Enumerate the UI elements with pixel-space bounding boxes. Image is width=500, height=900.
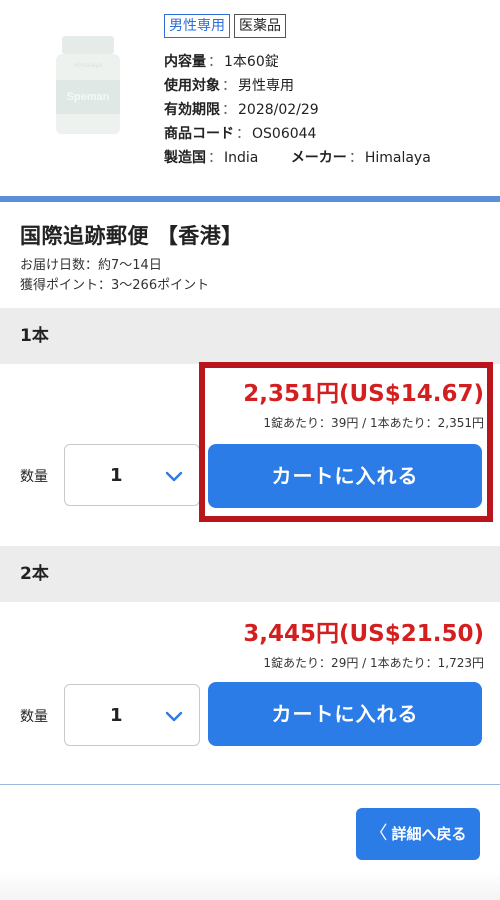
quantity-group-header: 2本	[0, 546, 500, 602]
spec-expiry: 有効期限： 2028/02/29	[164, 102, 319, 118]
product-image-name: Speman	[56, 80, 120, 114]
back-button-label: 詳細へ戻る	[391, 825, 467, 843]
origin-value: India	[224, 150, 259, 166]
tag-male-only: 男性専用	[164, 14, 230, 38]
tag-medicine: 医薬品	[234, 14, 286, 38]
delivery-days: お届け日数：約7〜14日	[20, 258, 162, 273]
origin-key: 製造国	[164, 150, 206, 166]
quantity-select[interactable]: 1	[64, 684, 200, 746]
spec-code: 商品コード： OS06044	[164, 126, 317, 142]
product-specs: 内容量： 1本60錠 使用対象：男性専用 有効期限： 2028/02/29 商品コー…	[164, 50, 431, 170]
spec-origin-maker: 製造国： India メーカー： Himalaya	[164, 150, 431, 166]
unit-price: 1錠あたり：29円 / 1本あたり：1,723円	[263, 656, 484, 670]
shipping-title: 国際追跡郵便 【香港】	[20, 224, 243, 248]
chevron-left-icon: 〈	[369, 823, 388, 844]
quantity-value: 1	[110, 465, 123, 486]
maker-value: Himalaya	[364, 150, 431, 166]
points-info: 獲得ポイント：3〜266ポイント	[20, 278, 210, 293]
spec-content: 内容量： 1本60錠	[164, 54, 279, 70]
add-to-cart-button[interactable]: カートに入れる	[208, 682, 482, 746]
highlight-frame	[199, 362, 493, 522]
shipping-info: 国際追跡郵便 【香港】 お届け日数：約7〜14日 獲得ポイント：3〜266ポイン…	[20, 220, 243, 296]
maker-key: メーカー	[290, 150, 347, 166]
bottom-fade	[0, 870, 500, 900]
section-divider	[0, 196, 500, 202]
price: 3,445円(US$21.50)	[243, 621, 484, 647]
quantity-select[interactable]: 1	[64, 444, 200, 506]
back-to-details-button[interactable]: 〈詳細へ戻る	[356, 808, 480, 860]
quantity-group-header: 1本	[0, 308, 500, 364]
spec-target: 使用対象：男性専用	[164, 78, 294, 94]
product-summary: Himalaya Speman 男性専用 医薬品 内容量： 1本60錠 使用対象：…	[0, 0, 500, 196]
quantity-value: 1	[110, 705, 123, 726]
divider	[0, 784, 500, 785]
chevron-down-icon	[165, 471, 183, 482]
chevron-down-icon	[165, 711, 183, 722]
product-image: Himalaya Speman	[20, 20, 150, 140]
quantity-label: 数量	[20, 709, 48, 725]
product-image-brand: Himalaya	[73, 62, 103, 69]
product-tags: 男性専用 医薬品	[164, 14, 286, 38]
quantity-label: 数量	[20, 469, 48, 485]
